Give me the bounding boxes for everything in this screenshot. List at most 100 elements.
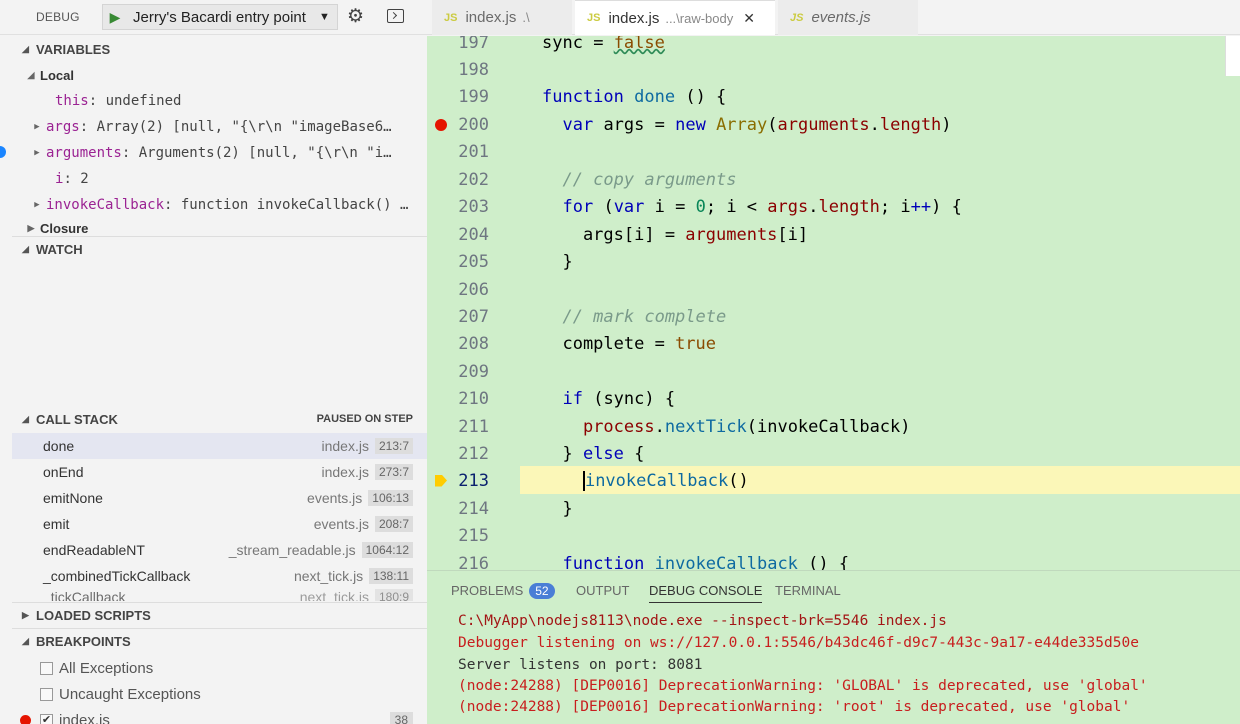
tab-label: index.js: [465, 9, 517, 26]
callstack-section-header[interactable]: ◢ CALL STACK PAUSED ON STEP: [12, 406, 427, 432]
scope-closure[interactable]: ▶ Closure: [12, 220, 427, 236]
loaded-scripts-section-header[interactable]: ▶ LOADED SCRIPTS: [12, 602, 427, 628]
tab-events-js[interactable]: JS events.js: [778, 0, 918, 35]
code-line[interactable]: 201: [427, 138, 1240, 165]
frame-file: _stream_readable.js: [228, 542, 356, 558]
breakpoint-item[interactable]: All Exceptions: [12, 655, 427, 681]
launch-config-name[interactable]: Jerry's Bacardi entry point: [127, 9, 319, 26]
code-text: if (sync) {: [562, 388, 676, 409]
code-editor[interactable]: 197 sync = false 198 199 function done (…: [427, 36, 1240, 570]
frame-position: 208:7: [374, 516, 413, 532]
line-number: 216: [458, 553, 489, 571]
frame-function: done: [43, 438, 75, 454]
stack-frame[interactable]: onEnd index.js 273:7: [12, 459, 427, 485]
variable-row[interactable]: ▶ arguments: Arguments(2) [null, "{\r\n …: [12, 140, 427, 166]
scope-local[interactable]: ◢ Local: [12, 62, 427, 88]
frame-function: emit: [43, 516, 70, 532]
breakpoint-item[interactable]: ✔ index.js 38: [12, 707, 427, 724]
tab-index-js[interactable]: JS index.js .\: [432, 0, 572, 35]
checkbox[interactable]: [40, 687, 53, 701]
code-line[interactable]: 210 if (sync) {: [427, 385, 1240, 412]
code-line[interactable]: 205 }: [427, 248, 1240, 275]
code-line[interactable]: 209: [427, 358, 1240, 385]
frame-position: 180:9: [374, 589, 413, 601]
console-line: C:\MyApp\nodejs8113\node.exe --inspect-b…: [458, 613, 947, 629]
gear-icon[interactable]: ⚙: [347, 5, 364, 28]
tab-problems[interactable]: PROBLEMS 52: [451, 583, 555, 599]
code-line[interactable]: 198: [427, 56, 1240, 83]
chevron-right-icon[interactable]: ▶: [28, 148, 46, 158]
frame-function: onEnd: [43, 464, 84, 480]
close-icon[interactable]: ✕: [743, 10, 755, 27]
code-line[interactable]: 216 function invokeCallback () {: [427, 550, 1240, 571]
start-debugging-play-icon[interactable]: ▶: [103, 5, 127, 29]
edge-indicator: [0, 146, 6, 158]
code-line[interactable]: 206: [427, 276, 1240, 303]
code-text: var args = new Array(arguments.length): [562, 114, 952, 135]
stack-frame[interactable]: _tickCallback next_tick.js 180:9: [12, 589, 427, 601]
breakpoint-item[interactable]: Uncaught Exceptions: [12, 681, 427, 707]
line-number: 214: [458, 498, 489, 519]
code-line[interactable]: 208 complete = true: [427, 330, 1240, 357]
chevron-down-icon[interactable]: ▼: [319, 11, 337, 23]
stack-frame[interactable]: _combinedTickCallback next_tick.js 138:1…: [12, 563, 427, 589]
chevron-down-icon: ◢: [22, 43, 29, 54]
code-text: }: [542, 498, 573, 519]
variable-name: args: [46, 119, 80, 135]
variable-name: invokeCallback: [46, 197, 165, 213]
code-line[interactable]: 197 sync = false: [427, 36, 1240, 56]
frame-function: endReadableNT: [43, 542, 145, 558]
paused-status: PAUSED ON STEP: [316, 413, 413, 425]
code-text: function done () {: [542, 86, 727, 107]
code-line[interactable]: 203 for (var i = 0; i < args.length; i++…: [427, 193, 1240, 220]
stack-frame[interactable]: endReadableNT _stream_readable.js 1064:1…: [12, 537, 427, 563]
debug-toolbar: DEBUG ▶ Jerry's Bacardi entry point ▼ ⚙ …: [0, 0, 1240, 35]
tab-terminal[interactable]: TERMINAL: [775, 583, 841, 598]
stack-frame[interactable]: emitNone events.js 106:13: [12, 485, 427, 511]
line-number: 209: [458, 361, 489, 382]
frame-file: index.js: [321, 464, 369, 480]
code-line[interactable]: 211 process.nextTick(invokeCallback): [427, 413, 1240, 440]
launch-config-dropdown[interactable]: ▶ Jerry's Bacardi entry point ▼: [102, 4, 338, 30]
scope-label: Local: [40, 67, 74, 83]
breakpoint-dot-icon[interactable]: [435, 118, 447, 131]
breakpoints-section-header[interactable]: ◢ BREAKPOINTS: [12, 628, 427, 654]
chevron-right-icon: ▶: [27, 222, 35, 233]
variable-row[interactable]: this: undefined: [12, 88, 427, 114]
variable-row[interactable]: ▶ invokeCallback: function invokeCallbac…: [12, 192, 427, 218]
stack-frame[interactable]: done index.js 213:7: [12, 433, 427, 459]
code-line[interactable]: 214 }: [427, 495, 1240, 522]
frame-position: 213:7: [374, 438, 413, 454]
chevron-down-icon: ◢: [22, 413, 29, 424]
code-line[interactable]: 215: [427, 522, 1240, 549]
code-line[interactable]: 204 args[i] = arguments[i]: [427, 221, 1240, 248]
section-title: CALL STACK: [36, 411, 118, 427]
variables-section-header[interactable]: ◢ VARIABLES: [12, 36, 427, 62]
code-line[interactable]: 207 // mark complete: [427, 303, 1240, 330]
open-console-icon[interactable]: [387, 9, 404, 23]
console-line: Server listens on port: 8081: [458, 657, 703, 673]
code-text: process.nextTick(invokeCallback): [582, 416, 911, 437]
frame-position: 106:13: [368, 490, 413, 506]
tab-index-js-raw-body[interactable]: JS index.js ...\raw-body ✕: [575, 0, 775, 35]
stack-frame[interactable]: emit events.js 208:7: [12, 511, 427, 537]
chevron-right-icon[interactable]: ▶: [28, 122, 46, 132]
watch-section-header[interactable]: ◢ WATCH: [12, 236, 427, 262]
code-line[interactable]: 199 function done () {: [427, 83, 1240, 110]
breakpoint-label: All Exceptions: [59, 659, 154, 677]
chevron-right-icon[interactable]: ▶: [28, 200, 46, 210]
code-text: args[i] = arguments[i]: [542, 224, 809, 245]
checkbox[interactable]: [40, 661, 53, 675]
console-line: (node:24288) [DEP0016] DeprecationWarnin…: [458, 699, 1131, 715]
code-line[interactable]: 200 var args = new Array(arguments.lengt…: [427, 111, 1240, 138]
variable-row[interactable]: ▶ args: Array(2) [null, "{\r\n "imageBas…: [12, 114, 427, 140]
tab-debug-console[interactable]: DEBUG CONSOLE: [649, 583, 763, 603]
code-line[interactable]: 202 // copy arguments: [427, 166, 1240, 193]
code-line-current[interactable]: 213 invokeCallback(): [427, 467, 1240, 494]
checkbox-checked[interactable]: ✔: [40, 713, 53, 724]
debug-sidebar: ◢ VARIABLES ◢ Local this: undefined ▶ ar…: [12, 36, 427, 724]
variable-row[interactable]: i: 2: [12, 166, 427, 192]
tab-output[interactable]: OUTPUT: [576, 583, 629, 598]
breakpoint-dot-icon: [20, 715, 31, 724]
code-line[interactable]: 212 } else {: [427, 440, 1240, 467]
